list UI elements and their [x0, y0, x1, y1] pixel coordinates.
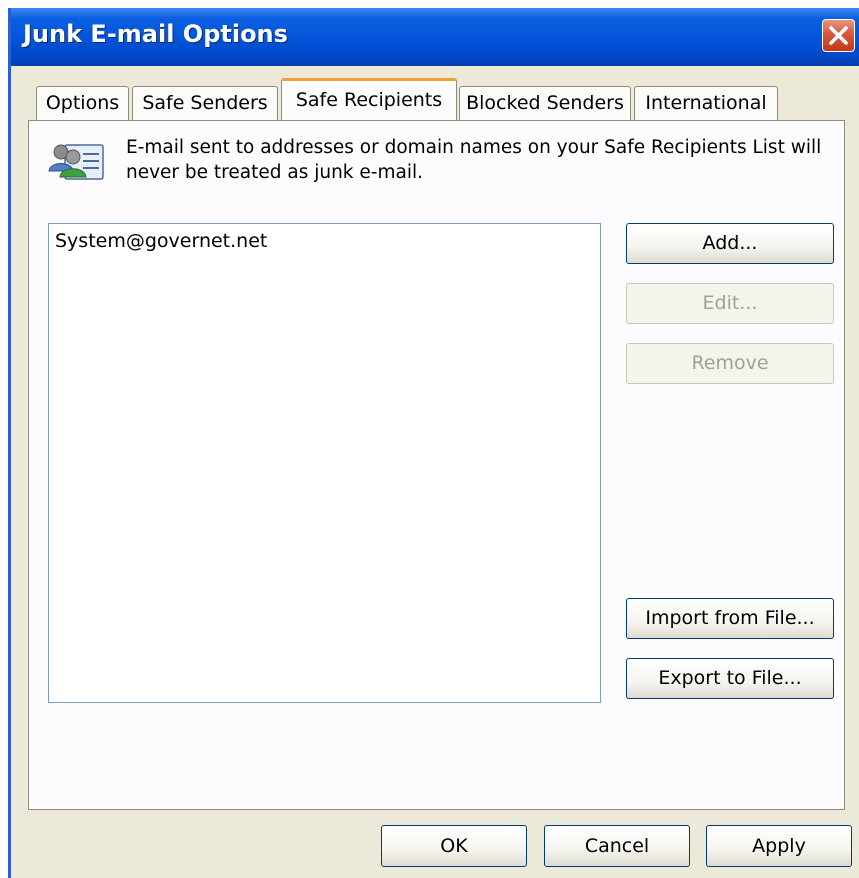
tab-panel-safe-recipients: E-mail sent to addresses or domain names… [28, 120, 845, 810]
tab-options[interactable]: Options [36, 86, 129, 120]
close-icon [829, 26, 848, 45]
safe-recipients-list[interactable]: System@governet.net [48, 223, 601, 703]
tab-safe-recipients[interactable]: Safe Recipients [281, 78, 457, 120]
tab-label: Options [45, 92, 120, 114]
remove-button[interactable]: Remove [626, 343, 834, 384]
tab-safe-senders[interactable]: Safe Senders [132, 86, 278, 120]
export-to-file-button[interactable]: Export to File... [626, 658, 834, 699]
safe-recipients-description: E-mail sent to addresses or domain names… [126, 137, 822, 183]
add-button[interactable]: Add... [626, 223, 834, 264]
ok-button[interactable]: OK [381, 825, 527, 867]
tab-label: Safe Senders [142, 92, 268, 114]
edit-button[interactable]: Edit... [626, 283, 834, 324]
tab-label: International [645, 92, 767, 114]
list-item[interactable]: System@governet.net [55, 230, 267, 252]
tab-blocked-senders[interactable]: Blocked Senders [459, 86, 631, 120]
tab-label: Safe Recipients [295, 89, 443, 111]
close-button[interactable] [822, 19, 855, 52]
tab-label: Blocked Senders [466, 92, 624, 114]
contacts-card-icon [48, 144, 104, 180]
junk-email-options-dialog: Junk E-mail Options Options Safe Senders… [8, 8, 859, 878]
tab-international[interactable]: International [634, 86, 778, 120]
window-title: Junk E-mail Options [23, 20, 288, 48]
title-bar[interactable]: Junk E-mail Options [11, 8, 859, 66]
apply-button[interactable]: Apply [706, 825, 852, 867]
import-from-file-button[interactable]: Import from File... [626, 598, 834, 639]
cancel-button[interactable]: Cancel [544, 825, 690, 867]
